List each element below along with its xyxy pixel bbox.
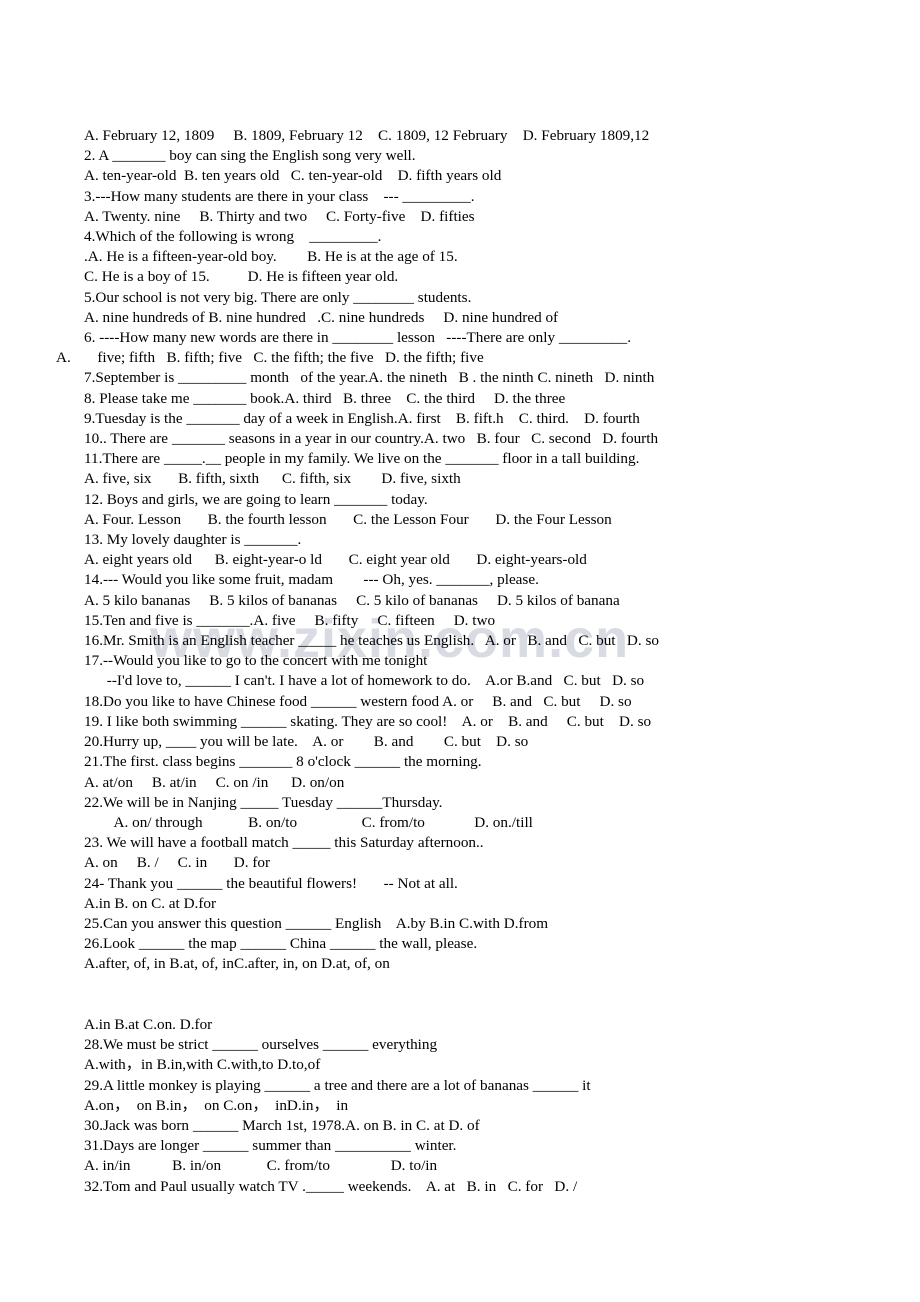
text-line: 8. Please take me _______ book.A. third …	[84, 389, 566, 407]
text-line: 19. I like both swimming ______ skating.…	[84, 712, 652, 730]
text-line: 6. ----How many new words are there in _…	[84, 329, 632, 347]
text-line: 30.Jack was born ______ March 1st, 1978.…	[84, 1116, 480, 1134]
text-line: 23. We will have a football match _____ …	[84, 834, 484, 852]
document-body: A. February 12, 1809 B. 1809, February 1…	[0, 126, 920, 1197]
text-line: 16.Mr. Smith is an English teacher _____…	[84, 632, 659, 650]
text-line: 18.Do you like to have Chinese food ____…	[84, 692, 632, 710]
text-line: A.on， on B.in， on C.on， inD.in， in	[84, 1096, 349, 1114]
text-line: A. 5 kilo bananas B. 5 kilos of bananas …	[84, 591, 620, 609]
text-line: A.in B.at C.on. D.for	[84, 1015, 213, 1033]
text-line: 12. Boys and girls, we are going to lear…	[84, 490, 428, 508]
text-line: A.in B. on C. at D.for	[84, 894, 217, 912]
text-line: A. ten-year-old B. ten years old C. ten-…	[84, 167, 502, 185]
text-line: 21.The first. class begins _______ 8 o'c…	[84, 753, 482, 771]
text-line: 4.Which of the following is wrong ______…	[84, 228, 382, 246]
text-line: --I'd love to, ______ I can't. I have a …	[84, 672, 645, 690]
text-line: 11.There are _____.__ people in my famil…	[84, 450, 640, 468]
text-line: A. Twenty. nine B. Thirty and two C. For…	[84, 207, 475, 225]
text-line: A. nine hundreds of B. nine hundred .C. …	[84, 308, 559, 326]
text-line: A. in/in B. in/on C. from/to D. to/in	[84, 1157, 438, 1175]
text-line: 25.Can you answer this question ______ E…	[84, 914, 549, 932]
text-line: C. He is a boy of 15. D. He is fifteen y…	[84, 268, 399, 286]
text-line: A. eight years old B. eight-year-o ld C.…	[84, 551, 587, 569]
text-line: 5.Our school is not very big. There are …	[84, 288, 472, 306]
text-line: A.after, of, in B.at, of, inC.after, in,…	[84, 955, 390, 973]
text-line: A. five, six B. fifth, sixth C. fifth, s…	[84, 470, 461, 488]
text-line: 24- Thank you ______ the beautiful flowe…	[84, 874, 458, 892]
text-line: 14.--- Would you like some fruit, madam …	[84, 571, 539, 589]
text-line: 2. A _______ boy can sing the English so…	[84, 147, 416, 165]
text-line: 10.. There are _______ seasons in a year…	[84, 430, 659, 448]
text-line: 22.We will be in Nanjing _____ Tuesday _…	[84, 793, 443, 811]
text-line: A. Four. Lesson B. the fourth lesson C. …	[84, 510, 612, 528]
text-line: 9.Tuesday is the _______ day of a week i…	[84, 409, 640, 427]
text-line: 3.---How many students are there in your…	[84, 187, 475, 205]
text-line: 7.September is _________ month of the ye…	[84, 369, 655, 387]
text-line: A. five; fifth B. fifth; five C. the fif…	[56, 349, 484, 367]
text-line: 26.Look ______ the map ______ China ____…	[84, 935, 478, 953]
text-line: A. at/on B. at/in C. on /in D. on/on	[84, 773, 345, 791]
text-line: A.with，in B.in,with C.with,to D.to,of	[84, 1056, 321, 1074]
document-page: A. February 12, 1809 B. 1809, February 1…	[0, 0, 920, 1302]
text-line: 31.Days are longer ______ summer than __…	[84, 1137, 457, 1155]
text-line: 29.A little monkey is playing ______ a t…	[84, 1076, 591, 1094]
text-line: .A. He is a fifteen-year-old boy. B. He …	[84, 248, 458, 266]
text-line: 20.Hurry up, ____ you will be late. A. o…	[84, 733, 529, 751]
text-line: 28.We must be strict ______ ourselves __…	[84, 1036, 438, 1054]
text-line: 13. My lovely daughter is _______.	[84, 531, 302, 549]
text-line: A. on/ through B. on/to C. from/to D. on…	[84, 813, 533, 831]
text-line: 15.Ten and five is _______.A. five B. fi…	[84, 611, 496, 629]
text-line: 32.Tom and Paul usually watch TV ._____ …	[84, 1177, 578, 1195]
text-line: 17.--Would you like to go to the concert…	[84, 652, 428, 670]
text-line: A. on B. / C. in D. for	[84, 854, 271, 872]
text-line: A. February 12, 1809 B. 1809, February 1…	[84, 127, 650, 144]
